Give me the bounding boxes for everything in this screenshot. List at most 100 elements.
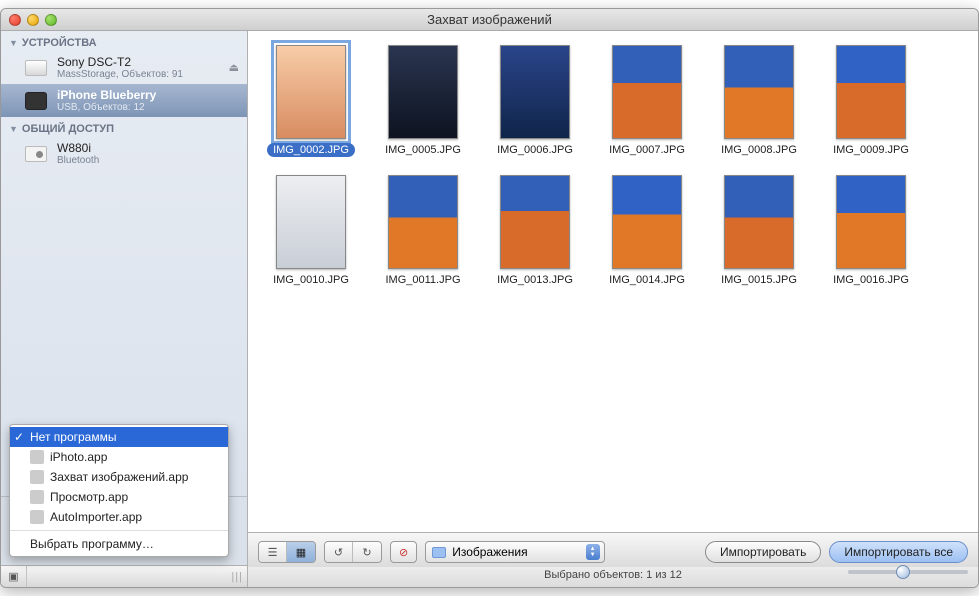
popup-item-label: Нет программы: [30, 430, 116, 444]
sidebar-item-sony[interactable]: Sony DSC-T2 MassStorage, Объектов: 91 ⏏: [1, 51, 247, 84]
import-all-button[interactable]: Импортировать все: [829, 541, 968, 563]
thumbnail-item[interactable]: IMG_0007.JPG: [598, 45, 696, 157]
zoom-slider[interactable]: [848, 570, 968, 574]
window: Захват изображений ▼ УСТРОЙСТВА Sony DSC…: [0, 8, 979, 588]
thumbnail-item[interactable]: IMG_0008.JPG: [710, 45, 808, 157]
import-label: Импортировать: [720, 545, 806, 559]
device-name: W880i: [57, 141, 99, 155]
thumbnail-filename: IMG_0014.JPG: [603, 273, 691, 287]
app-icon: [30, 470, 44, 484]
device-sub: Bluetooth: [57, 155, 99, 166]
app-popup-menu[interactable]: ✓ Нет программы iPhoto.app Захват изобра…: [9, 424, 229, 557]
zoom-button[interactable]: [45, 14, 57, 26]
popup-item-autoimporter[interactable]: AutoImporter.app: [10, 507, 228, 527]
menu-separator: [10, 530, 228, 531]
thumbnail-filename: IMG_0006.JPG: [491, 143, 579, 157]
popup-item-preview[interactable]: Просмотр.app: [10, 487, 228, 507]
thumbnail-image: [276, 175, 346, 269]
eject-icon[interactable]: ⏏: [229, 61, 239, 74]
device-name: iPhone Blueberry: [57, 88, 156, 102]
popup-item-label: Просмотр.app: [50, 490, 128, 504]
thumbnail-filename: IMG_0010.JPG: [267, 273, 355, 287]
thumbnail-item[interactable]: IMG_0015.JPG: [710, 175, 808, 287]
delete-button[interactable]: ⊘: [390, 541, 417, 563]
thumbnail-image: [500, 45, 570, 139]
checkmark-icon: ✓: [14, 430, 24, 444]
sidebar-item-iphone[interactable]: iPhone Blueberry USB, Объектов: 12: [1, 84, 247, 117]
device-name: Sony DSC-T2: [57, 55, 183, 69]
disclosure-triangle-icon: ▼: [9, 124, 18, 134]
resize-handle[interactable]: |||: [27, 566, 247, 587]
sidebar-section-devices[interactable]: ▼ УСТРОЙСТВА: [1, 31, 247, 51]
thumbnail-filename: IMG_0015.JPG: [715, 273, 803, 287]
destination-label: Изображения: [452, 545, 527, 559]
selection-count-label: Выбрано объектов: 1 из 12: [544, 569, 682, 581]
thumbnail-filename: IMG_0008.JPG: [715, 143, 803, 157]
list-view-button[interactable]: ☰: [259, 542, 287, 562]
popup-item-label: Захват изображений.app: [50, 470, 188, 484]
sidebar-section-label: ОБЩИЙ ДОСТУП: [22, 123, 114, 135]
thumbnail-image: [724, 45, 794, 139]
popup-item-iphoto[interactable]: iPhoto.app: [10, 447, 228, 467]
close-button[interactable]: [9, 14, 21, 26]
status-bar: Выбрано объектов: 1 из 12: [248, 567, 978, 587]
app-icon: [30, 450, 44, 464]
device-sub: MassStorage, Объектов: 91: [57, 69, 183, 80]
import-all-label: Импортировать все: [844, 545, 953, 559]
thumbnail-image: [724, 175, 794, 269]
disclosure-triangle-icon: ▼: [9, 38, 18, 48]
popup-item-choose[interactable]: Выбрать программу…: [10, 534, 228, 554]
app-icon: [30, 490, 44, 504]
rotate-segmented[interactable]: ↺ ↻: [324, 541, 382, 563]
thumbnail-item[interactable]: IMG_0006.JPG: [486, 45, 584, 157]
thumbnail-image: [612, 45, 682, 139]
phone-icon: [23, 90, 49, 112]
popup-item-imagecapture[interactable]: Захват изображений.app: [10, 467, 228, 487]
bottom-toolbar: ☰ ▦ ↺ ↻ ⊘ Изображения ▲▼ Импортировать: [248, 532, 978, 567]
thumbnail-image: [836, 175, 906, 269]
thumbnail-item[interactable]: IMG_0010.JPG: [262, 175, 360, 287]
grid-view-button[interactable]: ▦: [287, 542, 315, 562]
sidebar: ▼ УСТРОЙСТВА Sony DSC-T2 MassStorage, Об…: [1, 31, 248, 587]
thumbnail-filename: IMG_0016.JPG: [827, 273, 915, 287]
thumbnail-filename: IMG_0007.JPG: [603, 143, 691, 157]
rotate-ccw-button[interactable]: ↺: [325, 542, 353, 562]
minimize-button[interactable]: [27, 14, 39, 26]
import-button[interactable]: Импортировать: [705, 541, 821, 563]
thumbnail-filename: IMG_0005.JPG: [379, 143, 467, 157]
destination-combo[interactable]: Изображения ▲▼: [425, 541, 604, 563]
view-mode-segmented[interactable]: ☰ ▦: [258, 541, 316, 563]
traffic-lights: [9, 14, 57, 26]
rotate-cw-button[interactable]: ↻: [353, 542, 381, 562]
thumbnail-item[interactable]: IMG_0009.JPG: [822, 45, 920, 157]
popup-item-label: Выбрать программу…: [30, 537, 154, 551]
thumbnail-item[interactable]: IMG_0005.JPG: [374, 45, 472, 157]
thumbnail-grid[interactable]: IMG_0002.JPG IMG_0005.JPG IMG_0006.JPG IMG_…: [248, 31, 978, 532]
titlebar: Захват изображений: [1, 9, 978, 31]
combo-arrows-icon: ▲▼: [586, 544, 600, 560]
thumbnail-image: [836, 45, 906, 139]
sidebar-section-label: УСТРОЙСТВА: [22, 37, 97, 49]
thumbnail-item[interactable]: IMG_0014.JPG: [598, 175, 696, 287]
thumbnail-item[interactable]: IMG_0013.JPG: [486, 175, 584, 287]
thumbnail-image: [388, 45, 458, 139]
thumbnail-filename: IMG_0009.JPG: [827, 143, 915, 157]
thumbnail-filename: IMG_0002.JPG: [267, 143, 355, 157]
popup-item-label: AutoImporter.app: [50, 510, 142, 524]
drive-icon: [23, 57, 49, 79]
sidebar-bottom-bar: ▣ |||: [1, 565, 247, 587]
slider-knob[interactable]: [896, 565, 910, 579]
thumbnail-item[interactable]: IMG_0011.JPG: [374, 175, 472, 287]
slider-track: [848, 570, 968, 574]
toggle-sidebar-button[interactable]: ▣: [1, 566, 27, 587]
sidebar-section-shared[interactable]: ▼ ОБЩИЙ ДОСТУП: [1, 117, 247, 137]
main-content: IMG_0002.JPG IMG_0005.JPG IMG_0006.JPG IMG_…: [248, 31, 978, 587]
thumbnail-image: [612, 175, 682, 269]
popup-item-none[interactable]: ✓ Нет программы: [10, 427, 228, 447]
sidebar-item-w880i[interactable]: W880i Bluetooth: [1, 137, 247, 170]
thumbnail-filename: IMG_0013.JPG: [491, 273, 579, 287]
window-title: Захват изображений: [1, 12, 978, 27]
thumbnail-item[interactable]: IMG_0016.JPG: [822, 175, 920, 287]
thumbnail-image: [500, 175, 570, 269]
thumbnail-item[interactable]: IMG_0002.JPG: [262, 45, 360, 157]
